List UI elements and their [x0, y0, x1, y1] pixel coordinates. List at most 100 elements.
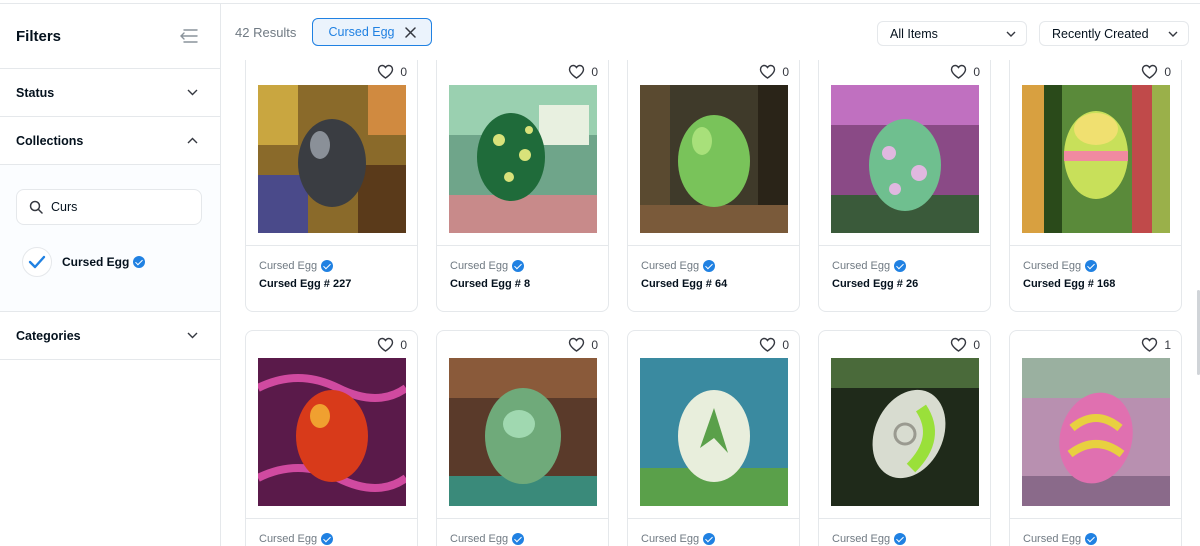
favorite-button[interactable]: 0	[950, 337, 980, 352]
card-divider	[246, 245, 417, 246]
heart-icon	[1142, 64, 1158, 79]
nft-image[interactable]	[258, 358, 406, 506]
collection-option-cursed-egg[interactable]: Cursed Egg	[22, 247, 202, 277]
verified-badge-icon	[894, 260, 907, 272]
favorite-count: 0	[782, 64, 789, 79]
checkmark-icon[interactable]	[22, 247, 52, 277]
card-collection: Cursed Egg	[641, 260, 716, 272]
verified-badge-icon	[512, 533, 525, 545]
items-filter-dropdown[interactable]: All Items	[877, 21, 1027, 46]
sort-dropdown[interactable]: Recently Created	[1039, 21, 1189, 46]
heart-icon	[378, 64, 394, 79]
heart-icon	[569, 64, 585, 79]
categories-section-toggle[interactable]: Categories	[0, 312, 220, 360]
nft-image[interactable]	[449, 358, 597, 506]
card-divider	[819, 245, 990, 246]
card-collection: Cursed Egg	[641, 533, 716, 545]
collapse-sidebar-icon[interactable]	[180, 29, 198, 43]
favorite-count: 0	[973, 337, 980, 352]
heart-icon	[569, 337, 585, 352]
card-divider	[628, 245, 799, 246]
nft-image[interactable]	[640, 358, 788, 506]
nft-image[interactable]	[258, 85, 406, 233]
favorite-button[interactable]: 0	[1141, 64, 1171, 79]
close-icon[interactable]	[404, 26, 416, 38]
favorite-button[interactable]: 0	[950, 64, 980, 79]
favorite-button[interactable]: 0	[377, 64, 407, 79]
nft-card[interactable]: 0 Cursed Egg Cursed Egg # 227	[245, 60, 418, 312]
nft-card[interactable]: 1 Cursed Egg	[1009, 330, 1182, 546]
favorite-count: 0	[400, 64, 407, 79]
favorite-button[interactable]: 0	[759, 337, 789, 352]
nft-image[interactable]	[1022, 85, 1170, 233]
favorite-button[interactable]: 1	[1141, 337, 1171, 352]
card-divider	[1010, 245, 1181, 246]
status-section-toggle[interactable]: Status	[0, 69, 220, 117]
card-collection-name: Cursed Egg	[259, 533, 318, 545]
nft-image[interactable]	[831, 85, 979, 233]
chevron-down-icon	[1168, 31, 1178, 37]
card-title: Cursed Egg # 8	[450, 278, 531, 290]
filters-header: Filters	[0, 4, 220, 69]
card-collection: Cursed Egg	[1023, 533, 1098, 545]
card-collection: Cursed Egg	[450, 533, 525, 545]
card-collection-name: Cursed Egg	[641, 260, 700, 272]
card-collection-name: Cursed Egg	[259, 260, 318, 272]
favorite-count: 0	[973, 64, 980, 79]
favorite-count: 1	[1164, 337, 1171, 352]
nft-image[interactable]	[1022, 358, 1170, 506]
card-divider	[1010, 518, 1181, 519]
verified-badge-icon	[321, 260, 334, 272]
favorite-button[interactable]: 0	[759, 64, 789, 79]
nft-card[interactable]: 0 Cursed Egg Cursed Egg # 64	[627, 60, 800, 312]
card-collection: Cursed Egg	[450, 260, 525, 272]
favorite-button[interactable]: 0	[377, 337, 407, 352]
nft-card[interactable]: 0 Cursed Egg Cursed Egg # 26	[818, 60, 991, 312]
collections-label: Collections	[16, 133, 84, 148]
card-collection-name: Cursed Egg	[641, 533, 700, 545]
nft-image[interactable]	[449, 85, 597, 233]
nft-image[interactable]	[640, 85, 788, 233]
card-title: Cursed Egg # 64	[641, 278, 728, 290]
collection-search-box[interactable]	[16, 189, 202, 225]
nft-card[interactable]: 0 Cursed Egg	[627, 330, 800, 546]
nft-grid: 0 Cursed Egg Cursed Egg # 227 0 Cursed E…	[245, 60, 1200, 546]
card-divider	[819, 518, 990, 519]
nft-card[interactable]: 0 Cursed Egg	[245, 330, 418, 546]
card-title: Cursed Egg # 26	[832, 278, 919, 290]
heart-icon	[760, 64, 776, 79]
collections-section-toggle[interactable]: Collections	[0, 117, 220, 165]
card-collection-name: Cursed Egg	[450, 533, 509, 545]
verified-badge-icon	[512, 260, 525, 272]
categories-label: Categories	[16, 328, 81, 343]
verified-badge-icon	[703, 533, 716, 545]
heart-icon	[760, 337, 776, 352]
nft-card[interactable]: 0 Cursed Egg	[818, 330, 991, 546]
favorite-button[interactable]: 0	[568, 337, 598, 352]
card-collection: Cursed Egg	[259, 533, 334, 545]
card-collection-name: Cursed Egg	[1023, 260, 1082, 272]
verified-badge-icon	[1085, 260, 1098, 272]
card-title: Cursed Egg # 168	[1023, 278, 1116, 290]
active-filter-chip[interactable]: Cursed Egg	[312, 18, 432, 46]
card-collection: Cursed Egg	[259, 260, 334, 272]
nft-card[interactable]: 0 Cursed Egg	[436, 330, 609, 546]
collection-search-input[interactable]	[51, 200, 191, 214]
nft-image[interactable]	[831, 358, 979, 506]
collection-option-label: Cursed Egg	[62, 255, 130, 269]
heart-icon	[951, 64, 967, 79]
chevron-up-icon	[187, 137, 198, 144]
nft-card[interactable]: 0 Cursed Egg Cursed Egg # 168	[1009, 60, 1182, 312]
status-label: Status	[16, 85, 55, 100]
nft-card[interactable]: 0 Cursed Egg Cursed Egg # 8	[436, 60, 609, 312]
verified-badge-icon	[133, 256, 146, 268]
card-divider	[437, 245, 608, 246]
favorite-button[interactable]: 0	[568, 64, 598, 79]
card-collection-name: Cursed Egg	[1023, 533, 1082, 545]
heart-icon	[1142, 337, 1158, 352]
verified-badge-icon	[1085, 533, 1098, 545]
heart-icon	[951, 337, 967, 352]
card-divider	[437, 518, 608, 519]
favorite-count: 0	[782, 337, 789, 352]
results-toolbar: 42 Results Cursed Egg All Items Recently…	[221, 4, 1200, 60]
